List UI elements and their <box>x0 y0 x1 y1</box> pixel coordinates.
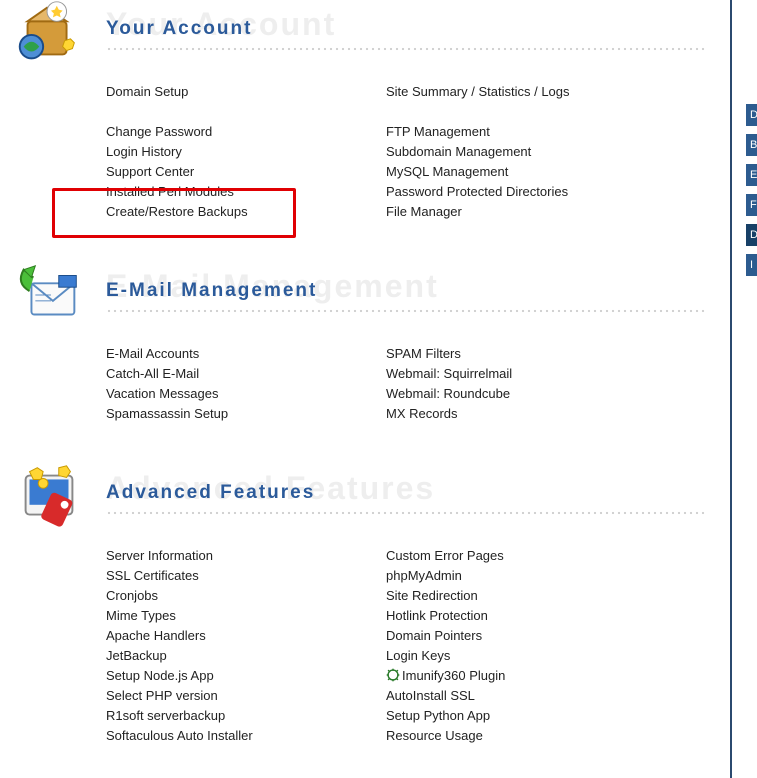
link-item[interactable]: Login History <box>106 142 386 162</box>
link-item <box>386 102 666 122</box>
section-icon-advanced <box>10 458 88 536</box>
link-item[interactable]: MySQL Management <box>386 162 666 182</box>
right-tab[interactable]: D <box>746 104 757 126</box>
link-item[interactable]: Installed Perl Modules <box>106 182 386 202</box>
column-right: Site Summary / Statistics / Logs FTP Man… <box>386 82 666 222</box>
section-email: E-Mail ManagementE-Mail ManagementE-Mail… <box>10 262 720 424</box>
column-right: SPAM FiltersWebmail: SquirrelmailWebmail… <box>386 344 666 424</box>
link-item[interactable]: Softaculous Auto Installer <box>106 726 386 746</box>
right-tab[interactable]: B <box>746 134 757 156</box>
link-item[interactable]: Change Password <box>106 122 386 142</box>
link-item[interactable]: Site Summary / Statistics / Logs <box>386 82 666 102</box>
right-tab[interactable]: F <box>746 194 757 216</box>
link-item[interactable]: SSL Certificates <box>106 566 386 586</box>
column-right: Custom Error PagesphpMyAdminSite Redirec… <box>386 546 666 746</box>
section-account: Your AccountYour AccountDomain Setup Cha… <box>10 0 720 222</box>
link-item[interactable]: Support Center <box>106 162 386 182</box>
link-item[interactable]: Server Information <box>106 546 386 566</box>
column-left: Domain Setup Change PasswordLogin Histor… <box>106 82 386 222</box>
section-title: Your Account <box>106 18 252 40</box>
link-item[interactable]: MX Records <box>386 404 666 424</box>
link-item[interactable]: phpMyAdmin <box>386 566 666 586</box>
divider-dots <box>106 510 706 516</box>
right-tab[interactable]: I <box>746 254 757 276</box>
link-item[interactable]: Catch-All E-Mail <box>106 364 386 384</box>
link-item[interactable]: Login Keys <box>386 646 666 666</box>
link-item[interactable]: Select PHP version <box>106 686 386 706</box>
link-item[interactable]: Domain Setup <box>106 82 386 102</box>
link-item[interactable]: Password Protected Directories <box>386 182 666 202</box>
column-left: Server InformationSSL CertificatesCronjo… <box>106 546 386 746</box>
imunify-icon <box>386 668 400 682</box>
column-left: E-Mail AccountsCatch-All E-MailVacation … <box>106 344 386 424</box>
link-item[interactable]: Hotlink Protection <box>386 606 666 626</box>
divider-dots <box>106 308 706 314</box>
link-item[interactable]: SPAM Filters <box>386 344 666 364</box>
section-icon-account <box>10 0 88 72</box>
link-item[interactable]: Setup Node.js App <box>106 666 386 686</box>
link-item[interactable]: Site Redirection <box>386 586 666 606</box>
link-item[interactable]: Apache Handlers <box>106 626 386 646</box>
divider-dots <box>106 46 706 52</box>
link-item[interactable]: Custom Error Pages <box>386 546 666 566</box>
link-item[interactable]: FTP Management <box>386 122 666 142</box>
right-tab[interactable]: D <box>746 224 757 246</box>
link-item[interactable]: Resource Usage <box>386 726 666 746</box>
link-item[interactable]: Setup Python App <box>386 706 666 726</box>
link-item[interactable]: Cronjobs <box>106 586 386 606</box>
link-item[interactable]: Vacation Messages <box>106 384 386 404</box>
link-item[interactable]: Imunify360 Plugin <box>386 666 666 686</box>
right-tab[interactable]: E <box>746 164 757 186</box>
link-item[interactable]: Webmail: Squirrelmail <box>386 364 666 384</box>
link-item[interactable]: Spamassassin Setup <box>106 404 386 424</box>
link-item[interactable]: Webmail: Roundcube <box>386 384 666 404</box>
link-item[interactable]: Subdomain Management <box>386 142 666 162</box>
section-advanced: Advanced FeaturesAdvanced FeaturesServer… <box>10 464 720 746</box>
section-icon-email <box>10 256 88 334</box>
link-item[interactable]: Mime Types <box>106 606 386 626</box>
link-item[interactable]: Domain Pointers <box>386 626 666 646</box>
link-label: Imunify360 Plugin <box>402 668 505 683</box>
link-item[interactable]: JetBackup <box>106 646 386 666</box>
section-title: E-Mail Management <box>106 280 317 302</box>
link-item[interactable]: File Manager <box>386 202 666 222</box>
link-item[interactable]: Create/Restore Backups <box>106 202 386 222</box>
link-item <box>106 102 386 122</box>
link-item[interactable]: E-Mail Accounts <box>106 344 386 364</box>
link-item[interactable]: R1soft serverbackup <box>106 706 386 726</box>
section-title: Advanced Features <box>106 482 315 504</box>
link-item[interactable]: AutoInstall SSL <box>386 686 666 706</box>
